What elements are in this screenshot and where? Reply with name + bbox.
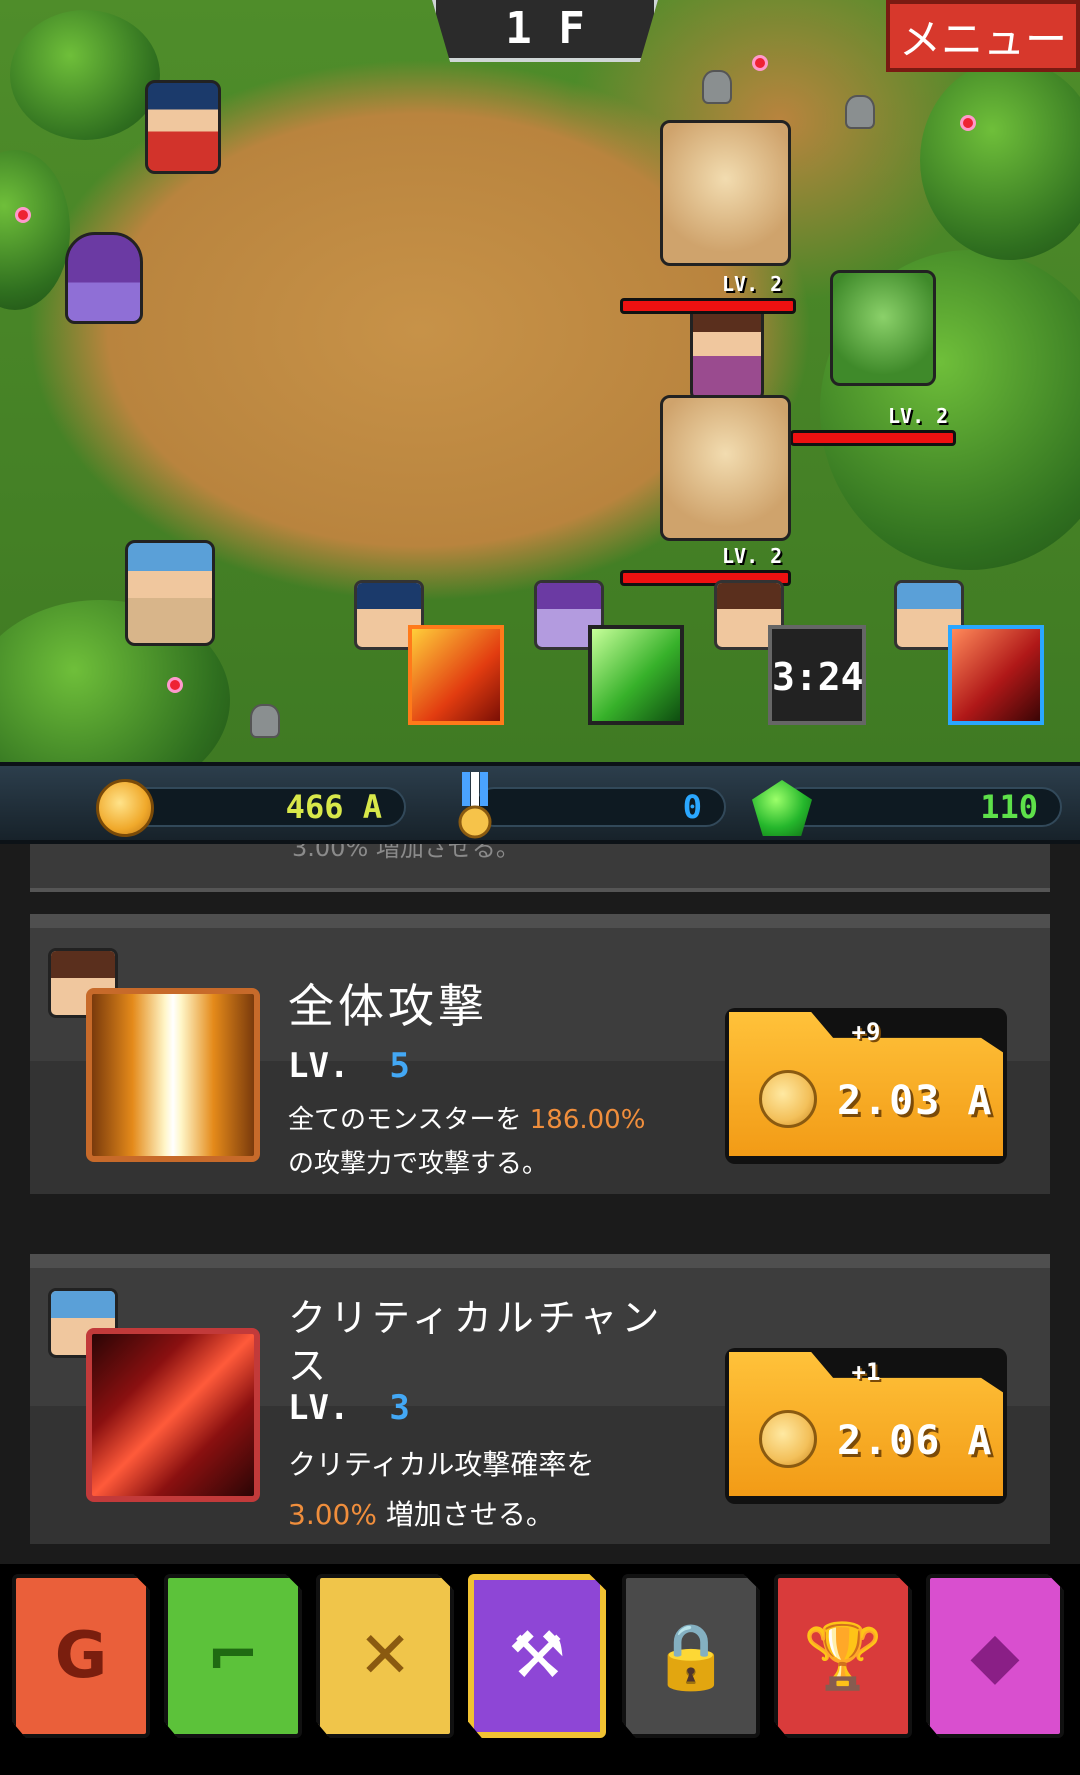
tab-swords[interactable]: ✕ xyxy=(316,1574,454,1738)
upgrade-panel: 3.00% 増加させる。 全体攻撃 LV. 5 全てのモンスターを 186.00%… xyxy=(0,844,1080,1564)
hero-warrior[interactable] xyxy=(145,80,221,174)
lock-icon: 🔒 xyxy=(651,1619,731,1694)
level-value: 3 xyxy=(389,1388,410,1428)
skill-title: クリティカルチャン ス xyxy=(288,1294,663,1390)
desc-text: 増加させる。 xyxy=(376,1498,554,1531)
medal-icon xyxy=(458,772,492,839)
skill-cooldown-timer[interactable]: 3:24 xyxy=(768,625,866,725)
skill-slot-critical[interactable] xyxy=(948,625,1044,725)
enemy-green-orc[interactable] xyxy=(830,270,936,386)
desc-text: クリティカル攻撃確率を xyxy=(288,1448,595,1481)
tab-gold[interactable]: G xyxy=(12,1574,150,1738)
stairs-icon: ⌐ xyxy=(206,1619,260,1693)
hero-viking[interactable] xyxy=(125,540,215,646)
enemy-sand-ogre[interactable] xyxy=(660,120,791,266)
flower xyxy=(755,58,765,68)
skill-slot-fire-sword[interactable] xyxy=(408,625,504,725)
enemy-level: LV. 2 xyxy=(722,544,783,568)
upgrade-button[interactable]: +9 2.03 A xyxy=(725,1008,1007,1164)
axe-icon: ⚒ xyxy=(508,1619,566,1693)
desc-text: の攻撃力で攻撃する。 xyxy=(288,1149,549,1179)
previous-card-edge: 3.00% 増加させる。 xyxy=(30,844,1050,892)
flower xyxy=(18,210,28,220)
upgrade-cost: 2.03 A xyxy=(837,1078,994,1124)
tab-trophy[interactable]: 🏆 xyxy=(774,1574,912,1738)
skill-level: LV. 5 xyxy=(288,1046,410,1086)
skill-description: クリティカル攻撃確率を 3.00% 増加させる。 xyxy=(288,1440,594,1540)
tree xyxy=(920,60,1080,260)
menu-button[interactable]: メニュー xyxy=(886,0,1080,72)
rock xyxy=(702,70,732,104)
tab-stairs[interactable]: ⌐ xyxy=(164,1574,302,1738)
upgrade-amount: +1 xyxy=(851,1358,881,1386)
resource-bar: 466 A 0 110 xyxy=(0,762,1080,844)
skill-level: LV. 3 xyxy=(288,1388,410,1428)
desc-percent: 186.00% xyxy=(529,1105,646,1135)
floor-indicator: 1 F xyxy=(432,0,658,62)
desc-text: 全てのモンスターを xyxy=(288,1105,530,1135)
tab-diamond[interactable]: ◆ xyxy=(926,1574,1064,1738)
upgrade-button[interactable]: +1 2.06 A xyxy=(725,1348,1007,1504)
skill-title: 全体攻撃 xyxy=(288,979,488,1033)
rock xyxy=(250,704,280,738)
upgrade-amount: +9 xyxy=(851,1018,881,1046)
tree xyxy=(10,10,160,140)
hero-rogue[interactable] xyxy=(690,300,764,402)
gold-counter: 466 A xyxy=(120,787,406,827)
tab-locked[interactable]: 🔒 xyxy=(622,1574,760,1738)
level-value: 5 xyxy=(389,1046,410,1086)
enemy-hp-bar xyxy=(620,298,796,314)
flower xyxy=(963,118,973,128)
skill-card-critical-chance: クリティカルチャン ス LV. 3 クリティカル攻撃確率を 3.00% 増加させる… xyxy=(30,1254,1050,1544)
battle-scene: 1 F メニュー LV. 2 LV. 2 LV. 2 3:24 xyxy=(0,0,1080,762)
skill-slot-green-sword[interactable] xyxy=(588,625,684,725)
skill-description: 全てのモンスターを 186.00% の攻撃力で攻撃する。 xyxy=(288,1098,645,1186)
gold-coin-icon xyxy=(759,1070,817,1128)
desc-percent: 3.00% xyxy=(288,1498,377,1531)
enemy-level: LV. 2 xyxy=(722,272,783,296)
tree xyxy=(0,150,70,310)
enemy-sand-ogre-2[interactable] xyxy=(660,395,791,541)
level-label: LV. xyxy=(288,1388,350,1428)
rock xyxy=(845,95,875,129)
tab-axe[interactable]: ⚒ xyxy=(468,1574,606,1738)
enemy-level: LV. 2 xyxy=(888,404,949,428)
gem-counter: 110 xyxy=(780,787,1062,827)
gold-icon: G xyxy=(54,1619,108,1693)
upgrade-cost: 2.06 A xyxy=(837,1418,994,1464)
medal-counter: 0 xyxy=(474,787,726,827)
skill-card-all-attack: 全体攻撃 LV. 5 全てのモンスターを 186.00% の攻撃力で攻撃する。 +… xyxy=(30,914,1050,1194)
title-line: クリティカルチャン xyxy=(288,1296,664,1340)
all-attack-icon xyxy=(86,988,260,1162)
previous-card-text: 3.00% 増加させる。 xyxy=(292,844,520,862)
hero-mage[interactable] xyxy=(65,232,143,324)
bottom-tab-bar: G ⌐ ✕ ⚒ 🔒 🏆 ◆ xyxy=(0,1564,1080,1775)
level-label: LV. xyxy=(288,1046,350,1086)
crossed-swords-icon: ✕ xyxy=(358,1619,412,1693)
critical-icon xyxy=(86,1328,260,1502)
gold-coin-icon xyxy=(96,779,154,837)
title-line: ス xyxy=(288,1344,331,1388)
flower xyxy=(170,680,180,690)
trophy-icon: 🏆 xyxy=(803,1619,883,1694)
enemy-hp-bar xyxy=(790,430,956,446)
gold-coin-icon xyxy=(759,1410,817,1468)
diamond-icon: ◆ xyxy=(970,1619,1020,1693)
